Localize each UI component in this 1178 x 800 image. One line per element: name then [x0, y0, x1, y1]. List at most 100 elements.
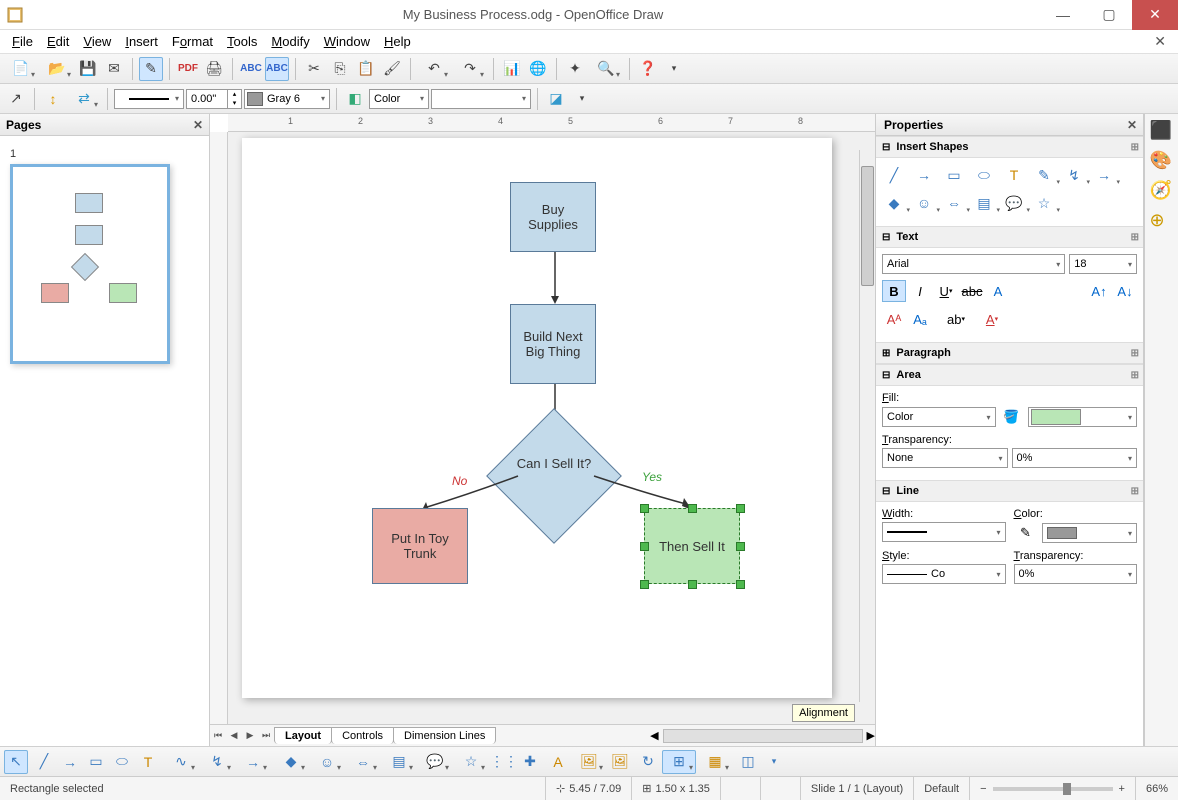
edit-points-button[interactable]: ⋮⋮ — [492, 750, 516, 774]
shape-text-button[interactable]: T — [1002, 164, 1026, 186]
arrow-tool-button[interactable]: → — [58, 750, 82, 774]
tab-next-button[interactable]: ▶ — [242, 730, 258, 741]
select-tool-button[interactable]: ↖ — [4, 750, 28, 774]
minimize-button[interactable]: — — [1040, 0, 1086, 30]
curve-tool-button[interactable]: ∿ — [164, 750, 198, 774]
decrease-font-button[interactable]: A↓ — [1113, 280, 1137, 302]
menu-modify[interactable]: Modify — [265, 32, 315, 51]
tab-dimension-lines[interactable]: Dimension Lines — [393, 727, 496, 744]
menu-help[interactable]: Help — [378, 32, 417, 51]
tab-layout[interactable]: Layout — [274, 727, 332, 744]
edit-mode-button[interactable]: ✎ — [139, 57, 163, 81]
copy-button[interactable]: ⎘ — [328, 57, 352, 81]
line-width-select[interactable] — [882, 522, 1006, 542]
basic-shapes-tool-button[interactable]: ◆ — [274, 750, 308, 774]
autospellcheck-button[interactable]: ABC — [265, 57, 289, 81]
bold-button[interactable]: B — [882, 280, 906, 302]
arrange-button[interactable]: ▦ — [698, 750, 732, 774]
deck-gallery-icon[interactable]: 🎨 — [1150, 150, 1174, 174]
underline-button[interactable]: U▾ — [934, 280, 958, 302]
shadow-button[interactable]: ◪ — [544, 87, 568, 111]
tab-last-button[interactable]: ⏭ — [258, 730, 274, 741]
canvas-viewport[interactable]: Buy Supplies Build Next Big Thing Can I … — [228, 132, 875, 724]
page-thumbnail[interactable] — [10, 164, 170, 364]
selection-handle[interactable] — [688, 580, 697, 589]
tab-controls[interactable]: Controls — [331, 727, 394, 744]
help-button[interactable]: ❓ — [636, 57, 660, 81]
page[interactable]: Buy Supplies Build Next Big Thing Can I … — [242, 138, 832, 698]
menu-format[interactable]: Format — [166, 32, 219, 51]
close-button[interactable]: ✕ — [1132, 0, 1178, 30]
menu-tools[interactable]: Tools — [221, 32, 263, 51]
selection-handle[interactable] — [736, 580, 745, 589]
menu-edit[interactable]: Edit — [41, 32, 75, 51]
properties-close-button[interactable]: ✕ — [1127, 118, 1137, 132]
menu-view[interactable]: View — [77, 32, 117, 51]
selection-handle[interactable] — [640, 542, 649, 551]
selection-handle[interactable] — [640, 580, 649, 589]
shape-line-button[interactable]: ╱ — [882, 164, 906, 186]
line-color-pen-button[interactable]: ✎ — [1014, 522, 1038, 544]
toolbar-overflow-button[interactable]: ▾ — [662, 57, 686, 81]
connector-tool-button[interactable]: ↯ — [200, 750, 234, 774]
shape-sell-it[interactable]: Then Sell It — [644, 508, 740, 584]
line-color-select[interactable] — [1042, 523, 1138, 543]
menu-window[interactable]: Window — [318, 32, 376, 51]
zoom-in-button[interactable]: + — [1119, 783, 1125, 795]
horizontal-ruler[interactable]: 12 34 56 78 — [228, 114, 875, 132]
shape-block-arrow-button[interactable]: ⇔ — [942, 192, 966, 214]
increase-font-button[interactable]: A↑ — [1087, 280, 1111, 302]
email-button[interactable]: ✉ — [102, 57, 126, 81]
zoom-out-button[interactable]: − — [980, 783, 986, 795]
strikethrough-button[interactable]: abc — [960, 280, 984, 302]
shape-basic-button[interactable]: ◆ — [882, 192, 906, 214]
line-color-select[interactable]: Gray 6 — [244, 89, 330, 109]
shape-put-trunk[interactable]: Put In Toy Trunk — [372, 508, 468, 584]
menu-file[interactable]: File — [6, 32, 39, 51]
transparency-type-select[interactable]: None — [882, 448, 1008, 468]
line-endings-button[interactable]: ⇄ — [67, 87, 101, 111]
section-paragraph[interactable]: ⊞Paragraph⊞ — [876, 342, 1143, 364]
zoom-slider[interactable] — [993, 787, 1113, 791]
fontwork-button[interactable]: A — [546, 750, 570, 774]
font-name-select[interactable]: Arial — [882, 254, 1065, 274]
shape-build[interactable]: Build Next Big Thing — [510, 304, 596, 384]
selection-handle[interactable] — [640, 504, 649, 513]
glue-points-button[interactable]: ✚ — [518, 750, 542, 774]
symbol-shapes-tool-button[interactable]: ☺ — [310, 750, 344, 774]
area-button[interactable]: ◧ — [343, 87, 367, 111]
paste-button[interactable]: 📋 — [354, 57, 378, 81]
open-button[interactable]: 📂 — [40, 57, 74, 81]
section-area[interactable]: ⊟Area⊞ — [876, 364, 1143, 386]
fill-type-select[interactable]: Color — [369, 89, 429, 109]
chart-button[interactable]: 📊 — [500, 57, 524, 81]
rotate-button[interactable]: ↻ — [636, 750, 660, 774]
spellcheck-button[interactable]: ABC — [239, 57, 263, 81]
from-file-button[interactable]: 🖼 — [572, 750, 606, 774]
deck-navigator-icon[interactable]: 🧭 — [1150, 180, 1174, 204]
shape-rect-button[interactable]: ▭ — [942, 164, 966, 186]
shape-symbol-button[interactable]: ☺ — [912, 192, 936, 214]
status-style[interactable]: Default — [914, 777, 970, 800]
block-arrows-tool-button[interactable]: ⇔ — [346, 750, 380, 774]
toolbar2-overflow-button[interactable]: ▾ — [570, 87, 594, 111]
vertical-ruler[interactable] — [210, 132, 228, 724]
highlight-button[interactable]: ab▾ — [944, 308, 968, 330]
arrow-style-button[interactable]: ↗ — [4, 87, 28, 111]
vertical-scrollbar[interactable] — [859, 150, 875, 702]
line-width-input[interactable]: 0.00"▴▾ — [186, 89, 242, 109]
transparency-value-input[interactable]: 0% — [1012, 448, 1138, 468]
fill-color-select[interactable] — [1028, 407, 1138, 427]
shape-lines-arrows-button[interactable]: → — [1092, 164, 1116, 186]
lines-arrows-tool-button[interactable]: → — [236, 750, 270, 774]
shape-ellipse-button[interactable]: ⬭ — [972, 164, 996, 186]
star-tool-button[interactable]: ☆ — [454, 750, 488, 774]
fill-type-select[interactable]: Color — [882, 407, 996, 427]
line-style-select[interactable] — [114, 89, 184, 109]
menu-insert[interactable]: Insert — [119, 32, 164, 51]
selection-handle[interactable] — [688, 504, 697, 513]
gallery-button[interactable]: 🖼 — [608, 750, 632, 774]
tab-first-button[interactable]: ⏮ — [210, 730, 226, 741]
ellipse-tool-button[interactable]: ⬭ — [110, 750, 134, 774]
shape-flowchart-button[interactable]: ▤ — [972, 192, 996, 214]
